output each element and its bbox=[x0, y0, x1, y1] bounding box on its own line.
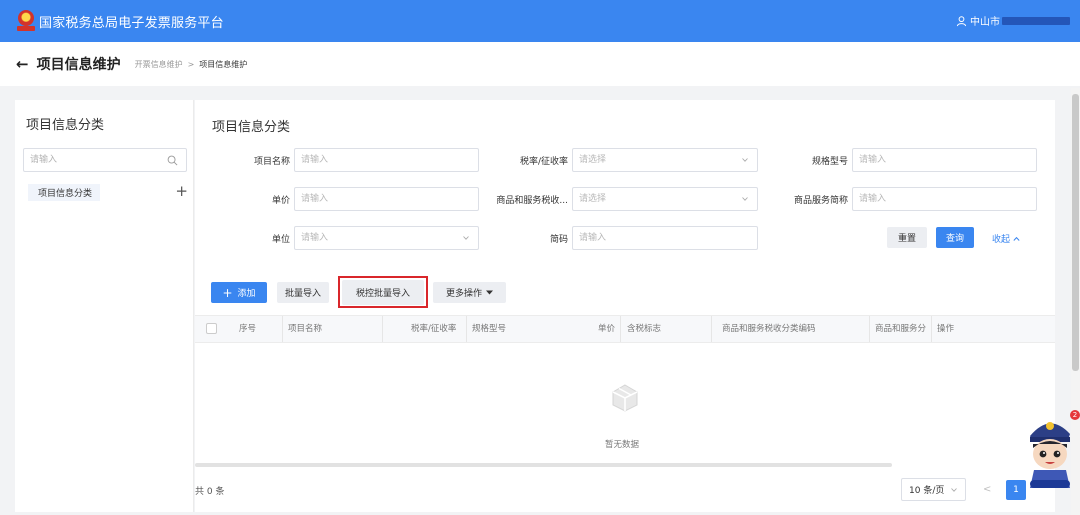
col-tax-included: 含税标志 bbox=[620, 316, 711, 342]
tax-rate-select[interactable] bbox=[572, 148, 758, 172]
goods-code-label: 商品和服务税收... bbox=[496, 196, 568, 206]
category-search bbox=[23, 148, 187, 172]
tree-item-category[interactable]: 项目信息分类 + bbox=[28, 182, 188, 202]
col-goods-category: 商品和服务分 bbox=[869, 316, 931, 342]
query-button[interactable]: 查询 bbox=[936, 227, 974, 248]
col-spec: 规格型号 bbox=[466, 316, 551, 342]
breadcrumb-separator: > bbox=[187, 59, 195, 69]
empty-box-icon bbox=[612, 384, 638, 412]
col-unit-price: 单价 bbox=[597, 324, 615, 334]
goods-code-input[interactable] bbox=[573, 188, 721, 210]
plus-icon: + bbox=[222, 285, 233, 300]
category-panel: 项目信息分类 项目信息分类 + bbox=[15, 100, 194, 512]
category-panel-title: 项目信息分类 bbox=[26, 118, 105, 133]
more-actions-button[interactable]: 更多操作 bbox=[433, 282, 506, 303]
collapse-label: 收起 bbox=[992, 235, 1011, 245]
goods-code-select[interactable] bbox=[572, 187, 758, 211]
chevron-up-icon bbox=[1013, 236, 1020, 241]
page-title: 项目信息维护 bbox=[36, 57, 121, 73]
app-header: 国家税务总局电子发票服务平台 中山市 bbox=[0, 0, 1080, 42]
redacted-user-text bbox=[1002, 16, 1070, 25]
breadcrumb-item-current: 项目信息维护 bbox=[199, 59, 248, 69]
tree-item-label[interactable]: 项目信息分类 bbox=[28, 183, 101, 201]
batch-import-button[interactable]: 批量导入 bbox=[277, 282, 329, 303]
goods-short-input[interactable] bbox=[853, 188, 1000, 210]
notification-badge: 2 bbox=[1070, 410, 1080, 420]
add-button[interactable]: + 添加 bbox=[211, 282, 267, 303]
back-arrow-icon[interactable]: ← bbox=[16, 55, 29, 73]
category-search-input[interactable] bbox=[24, 149, 154, 171]
page-size-select[interactable]: 10 条/页 bbox=[901, 478, 966, 501]
item-name-field bbox=[294, 148, 479, 172]
tax-rate-label: 税率/征收率 bbox=[519, 157, 568, 167]
spec-input[interactable] bbox=[853, 149, 1000, 171]
user-menu[interactable]: 中山市 bbox=[956, 13, 1070, 28]
shortcode-input[interactable] bbox=[573, 227, 721, 249]
user-name: 中山市 bbox=[970, 17, 1000, 28]
col-item-name: 项目名称 bbox=[282, 316, 382, 342]
unit-price-input[interactable] bbox=[295, 188, 442, 210]
unit-price-field bbox=[294, 187, 479, 211]
spec-label: 规格型号 bbox=[811, 157, 848, 167]
highlight-annotation bbox=[338, 276, 428, 308]
shortcode-field bbox=[572, 226, 758, 250]
chevron-down-icon bbox=[951, 488, 957, 492]
goods-short-field bbox=[852, 187, 1037, 211]
prev-page-button[interactable]: < bbox=[983, 484, 991, 495]
table-header: 序号 项目名称 税率/征收率 规格型号 单价 含税标志 商品和服务税收分类编码 … bbox=[195, 315, 1055, 343]
add-button-label: 添加 bbox=[237, 289, 256, 299]
col-actions: 操作 bbox=[931, 316, 991, 342]
app-title: 国家税务总局电子发票服务平台 bbox=[39, 15, 224, 31]
reset-button[interactable]: 重置 bbox=[887, 227, 927, 248]
caret-down-icon bbox=[486, 290, 493, 295]
unit-select[interactable] bbox=[294, 226, 479, 250]
add-category-icon[interactable]: + bbox=[175, 182, 188, 200]
page-1-button[interactable]: 1 bbox=[1006, 480, 1026, 500]
chevron-down-icon bbox=[742, 197, 748, 201]
assistant-mascot-icon[interactable] bbox=[1024, 410, 1076, 495]
total-count: 共 0 条 bbox=[195, 487, 225, 497]
select-all-checkbox[interactable] bbox=[206, 323, 217, 334]
page-size-label: 10 条/页 bbox=[909, 486, 945, 496]
table-hscrollbar[interactable] bbox=[195, 463, 892, 467]
item-name-label: 项目名称 bbox=[253, 157, 290, 167]
scrollbar-thumb[interactable] bbox=[1072, 94, 1079, 371]
page-header: ← 项目信息维护 开票信息维护 > 项目信息维护 bbox=[0, 42, 1080, 86]
unit-label: 单位 bbox=[271, 235, 290, 245]
tax-rate-input[interactable] bbox=[573, 149, 721, 171]
search-icon[interactable] bbox=[167, 155, 178, 166]
user-icon bbox=[956, 15, 967, 26]
chevron-down-icon bbox=[463, 236, 469, 240]
shortcode-label: 简码 bbox=[549, 235, 568, 245]
main-panel-title: 项目信息分类 bbox=[212, 120, 291, 135]
col-goods-code: 商品和服务税收分类编码 bbox=[711, 316, 869, 342]
goods-short-label: 商品服务简称 bbox=[793, 196, 848, 206]
unit-input[interactable] bbox=[295, 227, 442, 249]
more-actions-label: 更多操作 bbox=[445, 289, 482, 299]
spec-field bbox=[852, 148, 1037, 172]
empty-text: 暂无数据 bbox=[605, 440, 640, 450]
breadcrumb: 开票信息维护 > 项目信息维护 bbox=[135, 59, 248, 70]
col-index: 序号 bbox=[239, 324, 257, 334]
main-panel: 项目信息分类 项目名称 税率/征收率 规格型号 单价 商品和服务税收... 商品… bbox=[195, 100, 1055, 512]
item-name-input[interactable] bbox=[295, 149, 442, 171]
chevron-down-icon bbox=[742, 158, 748, 162]
collapse-link[interactable]: 收起 bbox=[992, 232, 1020, 245]
tax-emblem-icon bbox=[17, 10, 35, 32]
unit-price-label: 单价 bbox=[271, 196, 290, 206]
breadcrumb-item-invoice-info[interactable]: 开票信息维护 bbox=[135, 59, 183, 70]
col-tax-rate: 税率/征收率 bbox=[382, 316, 466, 342]
